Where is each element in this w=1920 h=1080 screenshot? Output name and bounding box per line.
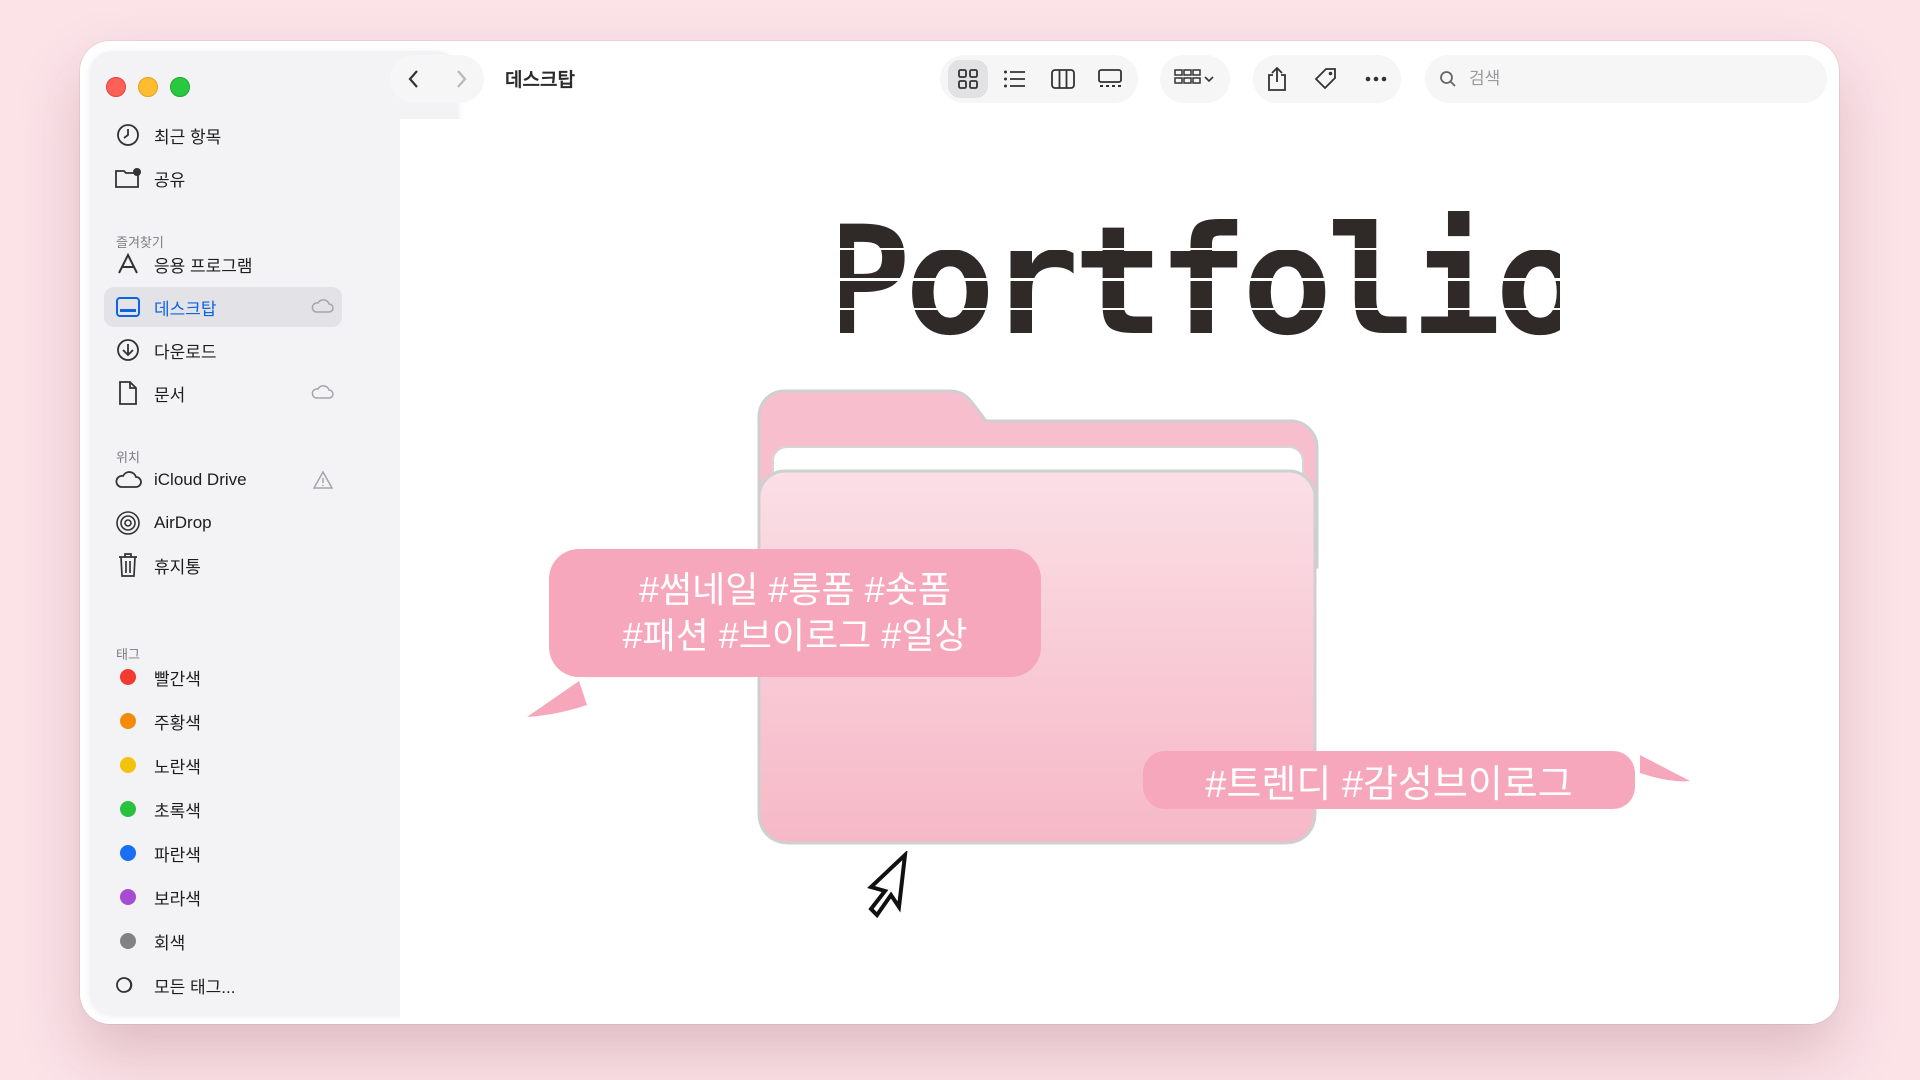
sidebar-item-desktop[interactable]: 데스크탑 — [104, 287, 342, 327]
search-field[interactable] — [1425, 55, 1827, 103]
chevron-right-icon[interactable] — [452, 68, 470, 90]
search-input[interactable] — [1467, 68, 1811, 90]
sidebar-item-recents[interactable]: 최근 항목 — [104, 115, 342, 155]
sidebar-tag-green[interactable]: 초록색 — [104, 789, 342, 829]
sidebar-item-label: 주황색 — [154, 713, 201, 733]
gallery-view-icon[interactable] — [1090, 60, 1130, 98]
close-button[interactable] — [106, 77, 126, 97]
sidebar-item-label: 회색 — [154, 933, 186, 953]
sidebar-tag-gray[interactable]: 회색 — [104, 921, 342, 961]
sidebar-tag-orange[interactable]: 주황색 — [104, 701, 342, 741]
tag-color-dot — [120, 933, 136, 949]
sidebar-item-label: 빨간색 — [154, 669, 201, 689]
chevron-left-icon[interactable] — [405, 68, 423, 90]
all-tags-icon — [114, 971, 142, 999]
sidebar-item-documents[interactable]: 문서 — [104, 373, 342, 413]
download-icon — [114, 336, 142, 364]
sidebar-tag-red[interactable]: 빨간색 — [104, 657, 342, 697]
group-by-button[interactable] — [1160, 55, 1230, 103]
sidebar-item-label: 공유 — [154, 170, 186, 190]
pointer-cursor-icon — [865, 851, 925, 931]
trash-icon — [114, 551, 142, 579]
zoom-button[interactable] — [170, 77, 190, 97]
sidebar-item-label: 응용 프로그램 — [154, 256, 253, 276]
sidebar-item-all-tags[interactable]: 모든 태그... — [104, 965, 342, 1005]
tag-color-dot — [120, 889, 136, 905]
desktop-icon — [114, 293, 142, 321]
portfolio-heading: Portfolio — [840, 208, 1560, 368]
sidebar-item-label: 모든 태그... — [154, 977, 236, 997]
clock-icon — [114, 121, 142, 149]
portfolio-heading-text: Portfolio — [840, 208, 1560, 368]
column-view-icon[interactable] — [1043, 60, 1083, 98]
document-icon — [114, 379, 142, 407]
sidebar-item-label: 휴지통 — [154, 557, 201, 577]
minimize-button[interactable] — [138, 77, 158, 97]
sidebar-item-applications[interactable]: 응용 프로그램 — [104, 244, 342, 284]
window-title: 데스크탑 — [505, 70, 575, 91]
tag-icon[interactable] — [1313, 66, 1339, 92]
sidebar-item-label: 문서 — [154, 385, 186, 405]
tag-color-dot — [120, 801, 136, 817]
cloud-icon — [114, 466, 142, 494]
sidebar-tag-yellow[interactable]: 노란색 — [104, 745, 342, 785]
bubble-tail — [527, 681, 587, 717]
sidebar-item-trash[interactable]: 휴지통 — [104, 545, 342, 585]
tag-color-dot — [120, 713, 136, 729]
sidebar-item-label: 최근 항목 — [154, 127, 222, 147]
cloud-icon — [310, 383, 334, 401]
sidebar-item-airdrop[interactable]: AirDrop — [104, 503, 342, 543]
icon-view-icon[interactable] — [947, 60, 988, 98]
sidebar-item-label: AirDrop — [154, 513, 212, 532]
airdrop-icon — [114, 509, 142, 537]
tag-color-dot — [120, 757, 136, 773]
sidebar-item-label: 다운로드 — [154, 342, 217, 362]
warning-icon — [312, 470, 334, 490]
sidebar-item-label: 데스크탑 — [154, 299, 217, 319]
sidebar-item-label: 파란색 — [154, 845, 201, 865]
sidebar-item-shared[interactable]: 공유 — [104, 158, 342, 198]
finder-window: 최근 항목 공유 즐겨찾기 응용 프로그램 데스크탑 다운로드 문서 위치 iC… — [80, 41, 1839, 1024]
bubble-tail — [1640, 755, 1690, 782]
tag-color-dot — [120, 845, 136, 861]
applications-icon — [114, 250, 142, 278]
more-icon[interactable] — [1364, 75, 1388, 83]
list-view-icon[interactable] — [995, 60, 1035, 98]
navigation-group — [390, 55, 484, 103]
sidebar-tag-purple[interactable]: 보라색 — [104, 877, 342, 917]
sidebar-tag-blue[interactable]: 파란색 — [104, 833, 342, 873]
sidebar-item-icloud[interactable]: iCloud Drive — [104, 460, 342, 500]
sidebar-item-label: iCloud Drive — [154, 470, 247, 489]
sidebar-item-label: 초록색 — [154, 801, 201, 821]
share-icon[interactable] — [1266, 66, 1288, 92]
action-group — [1253, 55, 1401, 103]
bubble-left-text: #썸네일 #롱폼 #숏폼 #패션 #브이로그 #일상 — [549, 549, 1041, 677]
tag-color-dot — [120, 669, 136, 685]
cloud-icon — [310, 297, 334, 315]
traffic-lights — [106, 77, 190, 97]
bubble-left-line1: #썸네일 #롱폼 #숏폼 — [639, 569, 951, 610]
sidebar-item-label: 보라색 — [154, 889, 201, 909]
bubble-right-text: #트렌디 #감성브이로그 — [1143, 751, 1635, 809]
view-mode-group — [940, 55, 1138, 103]
bubble-left-line2: #패션 #브이로그 #일상 — [622, 615, 968, 656]
search-icon — [1439, 70, 1457, 88]
group-by-icon — [1174, 68, 1216, 90]
sidebar-item-label: 노란색 — [154, 757, 201, 777]
shared-folder-icon — [114, 164, 142, 192]
sidebar-item-downloads[interactable]: 다운로드 — [104, 330, 342, 370]
